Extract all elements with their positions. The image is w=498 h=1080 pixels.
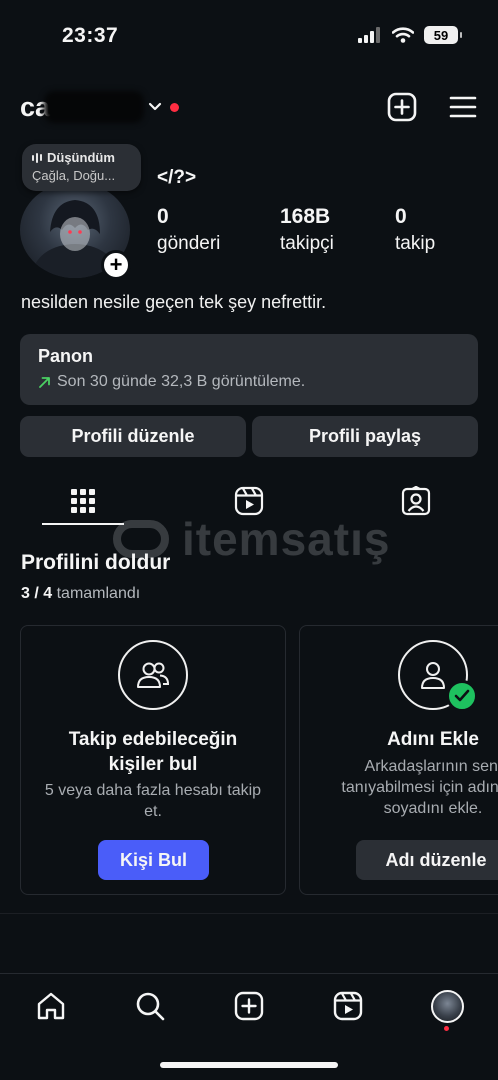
profile-completion-title: Profilini doldur	[21, 551, 171, 574]
share-profile-button[interactable]: Profili paylaş	[252, 416, 478, 457]
profile-completion-progress: 3 / 4 tamamlandı	[21, 585, 140, 603]
note-title: Düşündüm	[47, 150, 115, 165]
suggestion-card-find-people[interactable]: Takip edebileceğin kişiler bul 5 veya da…	[20, 625, 286, 895]
dashboard-card[interactable]: Panon Son 30 günde 32,3 B görüntüleme.	[20, 334, 478, 405]
reels-icon	[333, 991, 363, 1021]
suggestion-card-add-name[interactable]: Adını Ekle Arkadaşlarının seni tanıyabil…	[299, 625, 498, 895]
add-story-button[interactable]: +	[101, 250, 131, 280]
trend-up-arrow-icon	[39, 376, 50, 388]
completion-suffix: tamamlandı	[56, 585, 141, 602]
edit-name-button[interactable]: Adı düzenle	[356, 840, 498, 880]
create-post-button[interactable]	[386, 91, 418, 123]
completed-check-badge	[446, 680, 478, 712]
nav-create[interactable]	[229, 988, 269, 1024]
grid-icon	[71, 489, 95, 513]
profile-avatar-icon	[430, 989, 464, 1023]
posts-label: gönderi	[157, 233, 221, 254]
following-label: takip	[395, 233, 436, 254]
posts-count: 0	[157, 205, 169, 228]
edit-profile-button[interactable]: Profili düzenle	[20, 416, 246, 457]
notification-dot	[170, 102, 180, 112]
dashboard-stats-row: Son 30 günde 32,3 B görüntüleme.	[38, 373, 460, 391]
home-indicator	[160, 1062, 338, 1068]
posts-stat[interactable]: 0 gönderi	[157, 205, 220, 255]
card-title: Takip edebileceğin kişiler bul	[68, 729, 238, 775]
menu-button[interactable]	[447, 93, 479, 121]
plus-square-icon	[234, 991, 264, 1021]
plus-square-icon	[387, 92, 417, 122]
person-icon	[421, 662, 445, 689]
nav-reels[interactable]	[328, 988, 368, 1024]
tab-posts-grid[interactable]	[53, 484, 113, 518]
note-subtitle: Çağla, Doğu...	[32, 168, 116, 183]
nav-search[interactable]	[130, 988, 170, 1024]
hamburger-menu-icon	[449, 96, 477, 118]
battery-icon: 59	[424, 26, 462, 44]
note-title-row: Düşündüm	[32, 150, 131, 165]
card-title: Adını Ekle	[387, 729, 479, 750]
search-icon	[136, 992, 165, 1021]
chevron-down-icon	[148, 102, 162, 111]
section-divider	[0, 913, 498, 914]
followers-count: 168B	[280, 205, 331, 228]
following-count: 0	[395, 205, 407, 228]
nav-home[interactable]	[31, 988, 71, 1024]
display-name: </?>	[157, 167, 197, 188]
card-icon-circle	[118, 640, 188, 710]
people-icon	[137, 662, 170, 688]
find-people-button[interactable]: Kişi Bul	[98, 840, 209, 880]
followers-label: takipçi	[280, 233, 334, 254]
home-icon	[37, 992, 65, 1020]
status-icons: 59	[358, 26, 462, 44]
username-redaction	[44, 91, 145, 123]
watermark-text: itemsatış	[182, 513, 391, 565]
cellular-signal-icon	[358, 27, 380, 43]
account-switcher[interactable]: ca	[20, 91, 180, 123]
notification-dot	[444, 1026, 449, 1031]
card-description: 5 veya daha fazla hesabı takip et.	[44, 782, 262, 820]
dashboard-subtitle: Son 30 günde 32,3 B görüntüleme.	[57, 373, 306, 390]
tab-tagged[interactable]	[386, 484, 446, 518]
profile-bio: nesilden nesile geçen tek şey nefrettir.	[21, 292, 327, 312]
dashboard-title: Panon	[38, 346, 94, 366]
nav-profile[interactable]	[427, 988, 467, 1024]
bottom-nav-divider	[0, 973, 498, 974]
tagged-person-icon	[401, 486, 431, 516]
plus-icon: +	[109, 252, 123, 277]
audio-bars-icon	[32, 152, 42, 163]
note-bubble[interactable]: Düşündüm Çağla, Doğu...	[22, 144, 141, 191]
checkmark-icon	[454, 689, 470, 702]
completion-count: 3 / 4	[21, 585, 53, 602]
following-stat[interactable]: 0 takip	[395, 205, 435, 255]
status-time: 23:37	[62, 24, 119, 47]
followers-stat[interactable]: 168B takipçi	[280, 205, 334, 255]
wifi-icon	[392, 27, 414, 43]
card-description: Arkadaşlarının seni tanıyabilmesi için a…	[341, 758, 498, 817]
